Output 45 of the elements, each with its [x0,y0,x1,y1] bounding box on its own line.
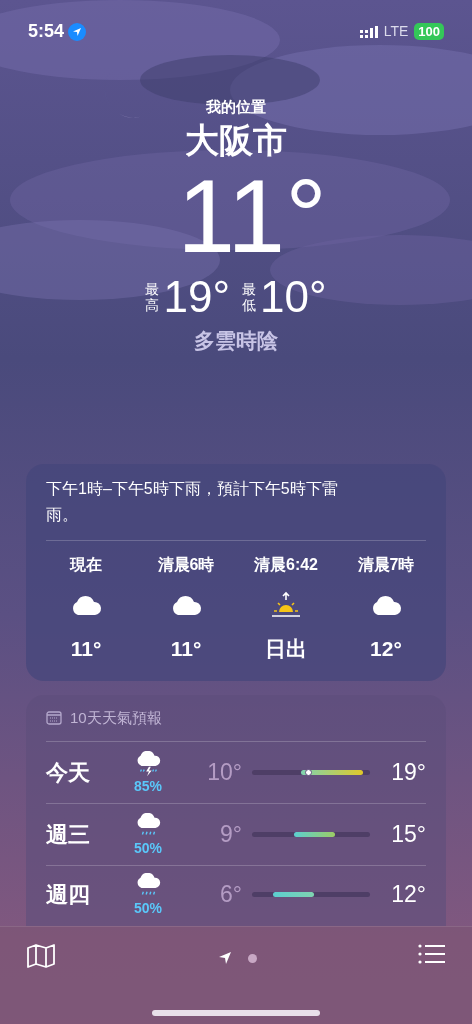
network-label: LTE [383,22,409,41]
hour-value: 12° [370,636,402,662]
sunrise-icon [270,591,302,619]
temperature-range-bar [300,770,364,775]
high-temperature: 19° [163,272,230,321]
high-label: 最高 [145,280,160,313]
forecast-summary: 下午1時–下午5時下雨，預計下午5時下雷雨。 [46,476,426,541]
hour-value: 日出 [265,636,307,662]
cloud-icon [70,593,102,617]
current-temperature: 11° [176,160,327,271]
calendar-icon [46,710,62,725]
location-label: 我的位置 [206,97,266,117]
hour-value: 11° [70,636,102,662]
precipitation-chance: 50% [134,841,162,856]
temperature-range-bar [272,891,315,897]
signal-icon [359,25,380,38]
day-label: 週四 [46,880,91,909]
high-temperature: 19° [390,758,426,788]
high-temperature: 12° [390,879,426,909]
hour-label: 清晨7時 [357,555,415,575]
low-temperature: 9° [219,820,242,850]
cloud-icon [170,593,202,617]
low-label: 最低 [242,280,256,313]
precipitation-chance: 50% [134,900,162,916]
cloud-icon [370,593,402,617]
card-title: 10天天氣預報 [70,707,162,728]
low-temperature: 10° [206,758,242,788]
hour-label: 清晨6:42 [254,555,318,575]
weather-condition: 多雲時陰 [194,327,278,354]
map-icon [26,943,56,969]
low-temperature: 10° [260,272,327,321]
list-icon[interactable] [418,943,446,965]
city-name: 大阪市 [185,119,287,161]
hour-value: 11° [170,636,202,662]
high-temperature: 15° [390,820,426,850]
location-arrow-icon[interactable] [217,951,232,965]
precipitation-chance: 85% [134,779,162,794]
day-label: 週三 [46,821,91,849]
low-temperature: 6° [219,879,242,909]
day-label: 今天 [46,759,91,787]
temperature-range-bar [293,832,336,837]
battery-indicator: 100 [414,23,444,40]
status-time: 5:54 [28,20,65,43]
hour-label: 清晨6時 [157,555,215,575]
hour-label: 現在 [70,555,102,575]
